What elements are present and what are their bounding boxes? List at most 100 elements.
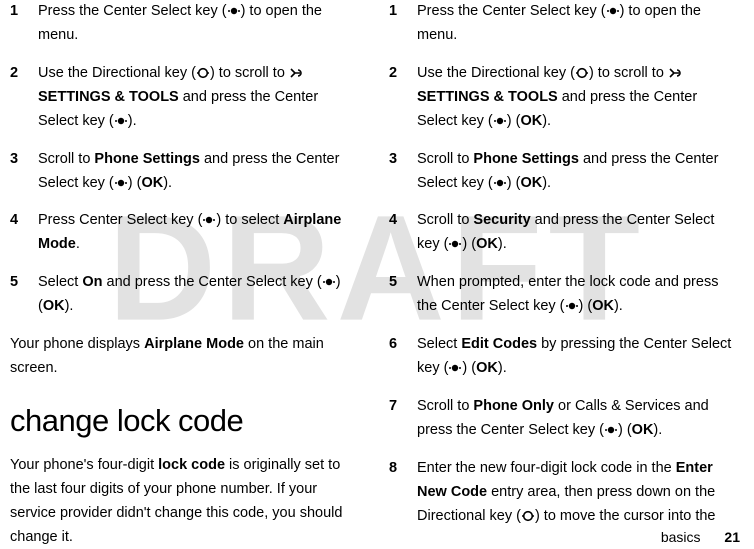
settings-tools-label: SETTINGS & TOOLS	[417, 89, 558, 105]
step-number: 3	[389, 148, 417, 196]
step-body: Scroll to Phone Only or Calls & Services…	[417, 395, 740, 443]
settings-tools-label: SETTINGS & TOOLS	[38, 89, 179, 105]
step-number: 4	[389, 209, 417, 257]
airplane-mode-note: Your phone displays Airplane Mode on the…	[10, 333, 353, 381]
list-item: 2 Use the Directional key () to scroll t…	[389, 62, 740, 134]
text: ).	[128, 113, 137, 129]
list-item: 5 Select On and press the Center Select …	[10, 271, 353, 319]
step-body: Use the Directional key () to scroll to …	[417, 62, 740, 134]
text: ) to move the cursor into the	[535, 508, 716, 524]
text: Your phone's four-digit	[10, 457, 158, 473]
step-body: Press Center Select key () to select Air…	[38, 209, 353, 257]
center-select-icon	[114, 115, 128, 127]
step-body: Press the Center Select key () to open t…	[417, 0, 740, 48]
text: Use the Directional key (	[38, 65, 196, 81]
intro-paragraph: Your phone's four-digit lock code is ori…	[10, 454, 353, 549]
step-number: 1	[389, 0, 417, 48]
text: Scroll to	[38, 151, 94, 167]
ok-label: OK	[632, 422, 654, 438]
step-number: 2	[10, 62, 38, 134]
text: Press Center Select key (	[38, 212, 202, 228]
text: Scroll to	[417, 212, 473, 228]
text: and press the Center Select key (	[102, 274, 321, 290]
step-number: 5	[389, 271, 417, 319]
text: ) (	[579, 298, 593, 314]
directional-key-icon	[521, 510, 535, 522]
text: ) (	[462, 236, 476, 252]
ok-label: OK	[141, 175, 163, 191]
list-item: 4 Press Center Select key () to select A…	[10, 209, 353, 257]
center-select-icon	[448, 362, 462, 374]
page-content: 1 Press the Center Select key () to open…	[0, 0, 754, 549]
text: Select	[417, 336, 461, 352]
text: ) to scroll to	[210, 65, 289, 81]
text: ) (	[507, 175, 521, 191]
center-select-icon	[114, 177, 128, 189]
target-label: Phone Settings	[94, 151, 200, 167]
center-select-icon	[227, 5, 241, 17]
text: Enter the new four-digit lock code in th…	[417, 460, 676, 476]
list-item: 7 Scroll to Phone Only or Calls & Servic…	[389, 395, 740, 443]
text: ) (	[462, 360, 476, 376]
step-body: Enter the new four-digit lock code in th…	[417, 457, 740, 529]
text: ).	[65, 298, 74, 314]
text: ) to select	[216, 212, 283, 228]
text: ).	[542, 175, 551, 191]
target-label: On	[82, 274, 102, 290]
text: ).	[542, 113, 551, 129]
center-select-icon	[493, 115, 507, 127]
text: Your phone displays	[10, 336, 144, 352]
center-select-icon	[565, 300, 579, 312]
step-body: Press the Center Select key () to open t…	[38, 0, 353, 48]
text: Scroll to	[417, 151, 473, 167]
list-item: 4 Scroll to Security and press the Cente…	[389, 209, 740, 257]
left-column: 1 Press the Center Select key () to open…	[10, 0, 377, 549]
step-body: Select On and press the Center Select ke…	[38, 271, 353, 319]
left-steps: 1 Press the Center Select key () to open…	[10, 0, 353, 319]
text: ) (	[507, 113, 521, 129]
list-item: 1 Press the Center Select key () to open…	[389, 0, 740, 48]
target-label: Phone Settings	[473, 151, 579, 167]
step-number: 2	[389, 62, 417, 134]
text: Press the Center Select key (	[417, 3, 606, 19]
directional-key-icon	[196, 67, 210, 79]
target-label: Edit Codes	[461, 336, 537, 352]
step-body: Scroll to Security and press the Center …	[417, 209, 740, 257]
target-label: Phone Only	[473, 398, 554, 414]
list-item: 3 Scroll to Phone Settings and press the…	[10, 148, 353, 196]
tools-icon	[668, 67, 681, 79]
text: ).	[614, 298, 623, 314]
text: Select	[38, 274, 82, 290]
center-select-icon	[604, 424, 618, 436]
list-item: 2 Use the Directional key ( ) to scroll t…	[10, 62, 353, 134]
text: Scroll to	[417, 398, 473, 414]
list-item: 8 Enter the new four-digit lock code in …	[389, 457, 740, 529]
text: .	[76, 236, 80, 252]
step-number: 7	[389, 395, 417, 443]
step-number: 3	[10, 148, 38, 196]
ok-label: OK	[476, 236, 498, 252]
center-select-icon	[493, 177, 507, 189]
step-number: 8	[389, 457, 417, 529]
step-number: 1	[10, 0, 38, 48]
step-body: When prompted, enter the lock code and p…	[417, 271, 740, 319]
ok-label: OK	[520, 175, 542, 191]
target-label: Security	[473, 212, 530, 228]
ok-label: OK	[520, 113, 542, 129]
lock-code-label: lock code	[158, 457, 225, 473]
right-column: 1 Press the Center Select key () to open…	[377, 0, 744, 549]
text: ) (	[128, 175, 142, 191]
text: Press the Center Select key (	[38, 3, 227, 19]
ok-label: OK	[43, 298, 65, 314]
tools-icon	[289, 67, 302, 79]
target-label: Airplane Mode	[144, 336, 244, 352]
step-number: 5	[10, 271, 38, 319]
step-body: Scroll to Phone Settings and press the C…	[417, 148, 740, 196]
center-select-icon	[606, 5, 620, 17]
list-item: 3 Scroll to Phone Settings and press the…	[389, 148, 740, 196]
ok-label: OK	[592, 298, 614, 314]
step-body: Select Edit Codes by pressing the Center…	[417, 333, 740, 381]
step-body: Use the Directional key () to scroll to …	[38, 62, 353, 134]
text: ) to scroll to	[589, 65, 668, 81]
center-select-icon	[202, 214, 216, 226]
